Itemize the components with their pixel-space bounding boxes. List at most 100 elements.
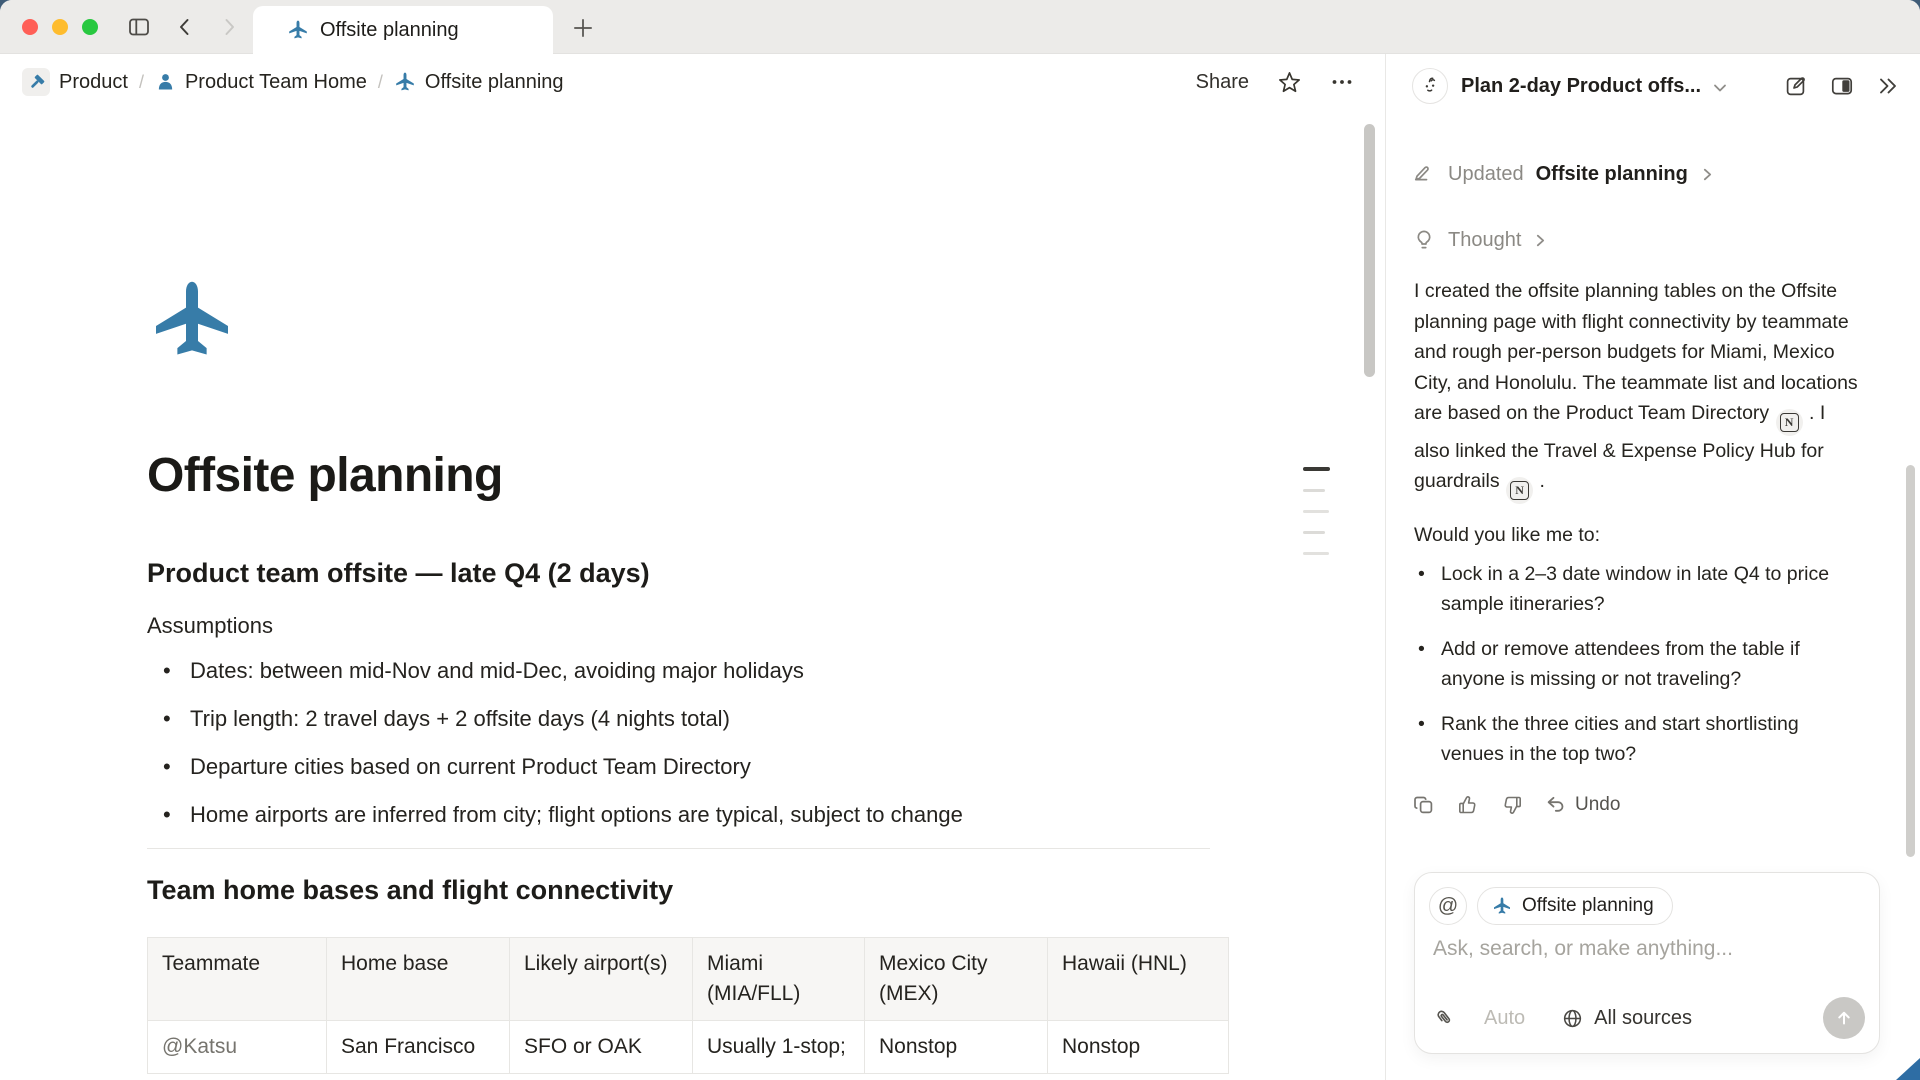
- share-button[interactable]: Share: [1196, 71, 1249, 94]
- suggestion-item: Lock in a 2–3 date window in late Q4 to …: [1414, 559, 1854, 619]
- column-header[interactable]: Likely airport(s): [510, 938, 693, 1021]
- app-window: Offsite planning Product / Product Team …: [0, 0, 1920, 1080]
- table-row: @Katsu San Francisco SFO or OAK Usually …: [148, 1021, 1229, 1074]
- updated-page-row[interactable]: Updated Offsite planning: [1386, 158, 1920, 190]
- minimize-window-button[interactable]: [52, 19, 68, 35]
- table-cell[interactable]: Usually 1-stop;: [693, 1021, 865, 1074]
- ai-panel: Plan 2-day Product offs...: [1385, 54, 1920, 1080]
- updated-label: Updated: [1448, 163, 1524, 186]
- context-chip[interactable]: Offsite planning: [1477, 887, 1673, 925]
- panel-scrollbar[interactable]: [1906, 465, 1915, 857]
- table-header-row: Teammate Home base Likely airport(s) Mia…: [148, 938, 1229, 1021]
- thumbs-up-icon[interactable]: [1456, 793, 1480, 817]
- table-of-contents-rail[interactable]: [1303, 467, 1330, 573]
- breadcrumb-item-product-team-home[interactable]: Product Team Home: [155, 71, 367, 94]
- updated-page-link: Offsite planning: [1536, 163, 1688, 186]
- thought-row[interactable]: Thought: [1386, 224, 1920, 256]
- mention-button[interactable]: @: [1429, 887, 1467, 925]
- column-header[interactable]: Teammate: [148, 938, 327, 1021]
- chat-input[interactable]: [1433, 937, 1853, 961]
- column-header[interactable]: Hawaii (HNL): [1048, 938, 1229, 1021]
- table-cell-teammate[interactable]: @Katsu: [148, 1021, 327, 1074]
- connectivity-table: Teammate Home base Likely airport(s) Mia…: [147, 937, 1229, 1074]
- collapse-panel-icon[interactable]: [1876, 74, 1900, 98]
- thread-title[interactable]: Plan 2-day Product offs...: [1461, 75, 1701, 98]
- column-header[interactable]: Home base: [327, 938, 510, 1021]
- section-heading-offsite: Product team offsite — late Q4 (2 days): [147, 558, 1228, 589]
- close-window-button[interactable]: [22, 19, 38, 35]
- header-actions: Share: [1196, 55, 1354, 109]
- panel-layout-icon[interactable]: [1830, 74, 1854, 98]
- browser-tab[interactable]: Offsite planning: [253, 6, 553, 54]
- thumbs-down-icon[interactable]: [1500, 793, 1524, 817]
- edit-icon: [1412, 162, 1436, 186]
- favorite-star-icon[interactable]: [1277, 70, 1302, 95]
- auto-mode-button[interactable]: Auto: [1484, 1007, 1525, 1030]
- airplane-icon: [1492, 896, 1512, 916]
- table-cell[interactable]: San Francisco: [327, 1021, 510, 1074]
- chat-composer: @ Offsite planning Auto: [1414, 872, 1880, 1054]
- section-heading-connectivity: Team home bases and flight connectivity: [147, 875, 1228, 906]
- suggestion-item: Rank the three cities and start shortlis…: [1414, 709, 1854, 769]
- person-icon: [155, 72, 176, 93]
- list-item: Trip length: 2 travel days + 2 offsite d…: [147, 704, 1228, 734]
- breadcrumb-item-product[interactable]: Product: [22, 68, 128, 96]
- ai-suggestions: Lock in a 2–3 date window in late Q4 to …: [1414, 559, 1854, 769]
- undo-button[interactable]: Undo: [1544, 793, 1620, 817]
- chevron-right-icon: [1533, 233, 1548, 248]
- page-airplane-icon[interactable]: [147, 273, 237, 367]
- notion-page-badge[interactable]: N: [1506, 477, 1533, 504]
- breadcrumb-item-offsite-planning[interactable]: Offsite planning: [394, 71, 564, 94]
- suggestion-item: Add or remove attendees from the table i…: [1414, 634, 1854, 694]
- new-chat-icon[interactable]: [1784, 74, 1808, 98]
- list-item: Dates: between mid-Nov and mid-Dec, avoi…: [147, 656, 1228, 686]
- message-text: .: [1539, 470, 1544, 492]
- table-cell[interactable]: Nonstop: [865, 1021, 1048, 1074]
- table-cell[interactable]: SFO or OAK: [510, 1021, 693, 1074]
- copy-icon[interactable]: [1412, 793, 1436, 817]
- ai-panel-header: Plan 2-day Product offs...: [1386, 54, 1920, 118]
- breadcrumb-separator: /: [378, 72, 383, 93]
- table-cell[interactable]: Nonstop: [1048, 1021, 1229, 1074]
- corner-resize-wedge: [1896, 1058, 1920, 1080]
- message-actions: Undo: [1412, 789, 1920, 821]
- thought-label: Thought: [1448, 229, 1521, 252]
- airplane-icon: [394, 71, 416, 93]
- document-canvas: Offsite planning Product team offsite — …: [0, 109, 1384, 1080]
- zoom-window-button[interactable]: [82, 19, 98, 35]
- lightbulb-icon: [1412, 228, 1436, 252]
- column-header[interactable]: Mexico City (MEX): [865, 938, 1048, 1021]
- notion-ai-face-icon: [1412, 68, 1448, 104]
- new-tab-button[interactable]: [570, 15, 596, 41]
- page-title: Offsite planning: [147, 448, 1228, 503]
- divider: [147, 848, 1210, 849]
- assumptions-label: Assumptions: [147, 613, 1228, 639]
- forward-button[interactable]: [216, 15, 242, 39]
- attachment-icon[interactable]: [1433, 1007, 1456, 1030]
- main-scrollbar[interactable]: [1364, 124, 1375, 377]
- sidebar-toggle-icon[interactable]: [126, 15, 152, 39]
- list-item: Home airports are inferred from city; fl…: [147, 800, 1228, 830]
- hammer-icon: [22, 68, 50, 96]
- breadcrumb-separator: /: [139, 72, 144, 93]
- send-button[interactable]: [1823, 997, 1865, 1039]
- airplane-icon: [287, 19, 309, 41]
- tab-title: Offsite planning: [320, 19, 459, 42]
- browser-tab-bar: Offsite planning: [0, 0, 1920, 54]
- assumptions-list: Dates: between mid-Nov and mid-Dec, avoi…: [147, 656, 1228, 830]
- chevron-down-icon[interactable]: [1710, 78, 1730, 98]
- traffic-lights: [22, 19, 98, 35]
- globe-icon: [1561, 1007, 1584, 1030]
- notion-page-badge[interactable]: N: [1776, 409, 1803, 436]
- all-sources-button[interactable]: All sources: [1561, 1007, 1692, 1030]
- column-header[interactable]: Miami (MIA/FLL): [693, 938, 865, 1021]
- back-button[interactable]: [172, 15, 198, 39]
- list-item: Departure cities based on current Produc…: [147, 752, 1228, 782]
- undo-icon: [1544, 793, 1568, 817]
- ai-message: I created the offsite planning tables on…: [1414, 276, 1866, 504]
- ai-question: Would you like me to:: [1414, 524, 1894, 547]
- chevron-right-icon: [1700, 167, 1715, 182]
- breadcrumb: Product / Product Team Home / Offsite pl…: [22, 55, 564, 109]
- arrow-up-icon: [1833, 1007, 1855, 1029]
- more-options-icon[interactable]: [1330, 70, 1354, 94]
